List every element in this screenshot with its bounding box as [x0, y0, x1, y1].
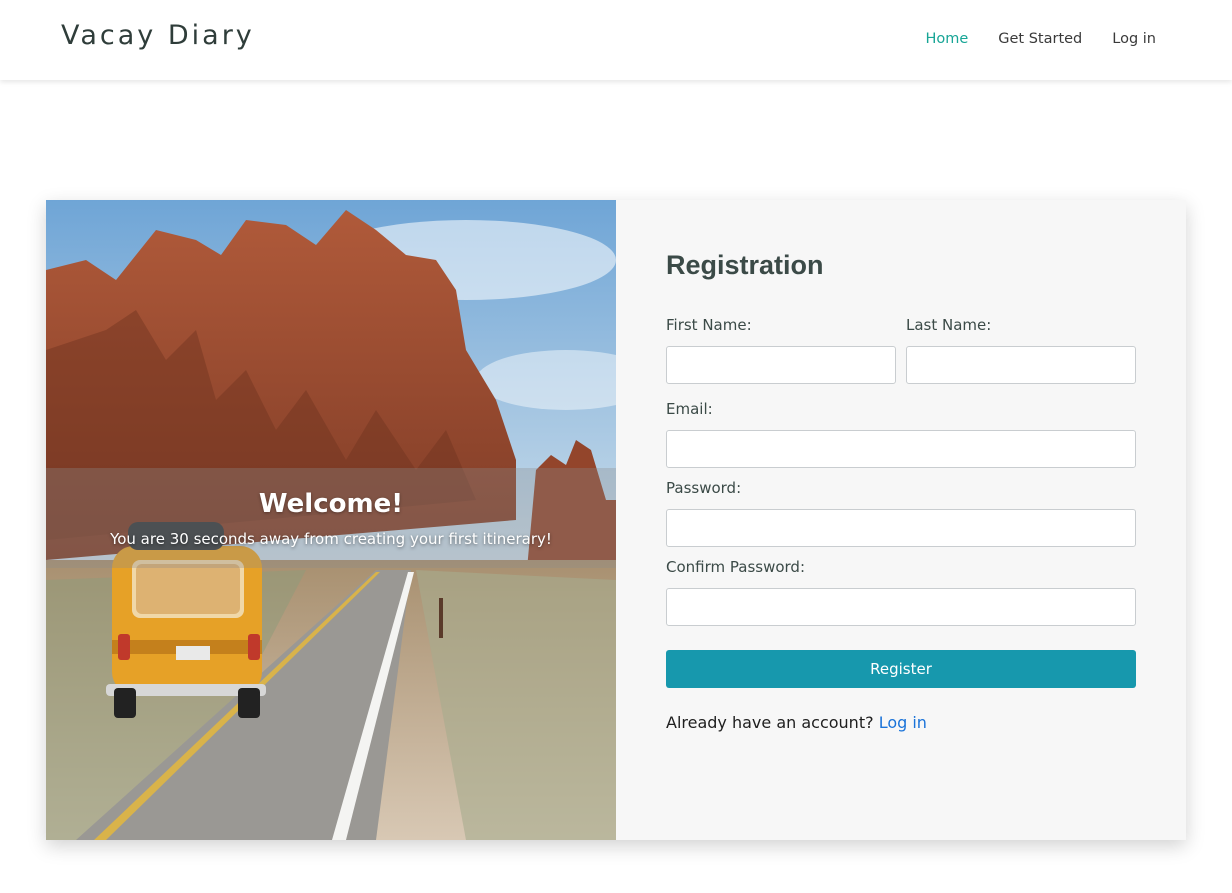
first-name-label: First Name: [666, 316, 752, 334]
sign-post [439, 598, 443, 638]
login-prompt-text: Already have an account? [666, 713, 874, 732]
nav-get-started-link[interactable]: Get Started [998, 31, 1082, 47]
login-link[interactable]: Log in [879, 713, 927, 732]
top-navbar: Vacay Diary Home Get Started Log in [0, 0, 1232, 80]
registration-form: Registration First Name: Last Name: Emai… [616, 200, 1186, 840]
last-name-input[interactable] [906, 346, 1136, 384]
hero-image-panel: Welcome! You are 30 seconds away from cr… [46, 200, 616, 840]
form-title: Registration [666, 250, 824, 280]
register-button[interactable]: Register [666, 650, 1136, 688]
password-label: Password: [666, 479, 742, 497]
password-input[interactable] [666, 509, 1136, 547]
first-name-input[interactable] [666, 346, 896, 384]
confirm-password-label: Confirm Password: [666, 558, 806, 576]
nav-home-link[interactable]: Home [925, 31, 968, 47]
registration-card: Welcome! You are 30 seconds away from cr… [46, 200, 1186, 840]
brand-logo[interactable]: Vacay Diary [61, 20, 255, 51]
email-input[interactable] [666, 430, 1136, 468]
welcome-title: Welcome! [258, 489, 404, 519]
login-prompt: Already have an account? Log in [666, 713, 927, 732]
last-name-label: Last Name: [906, 316, 992, 334]
welcome-subtitle: You are 30 seconds away from creating yo… [110, 530, 552, 548]
nav-login-link[interactable]: Log in [1112, 31, 1156, 47]
confirm-password-input[interactable] [666, 588, 1136, 626]
main-nav: Home Get Started Log in [925, 31, 1156, 47]
email-label: Email: [666, 400, 713, 418]
